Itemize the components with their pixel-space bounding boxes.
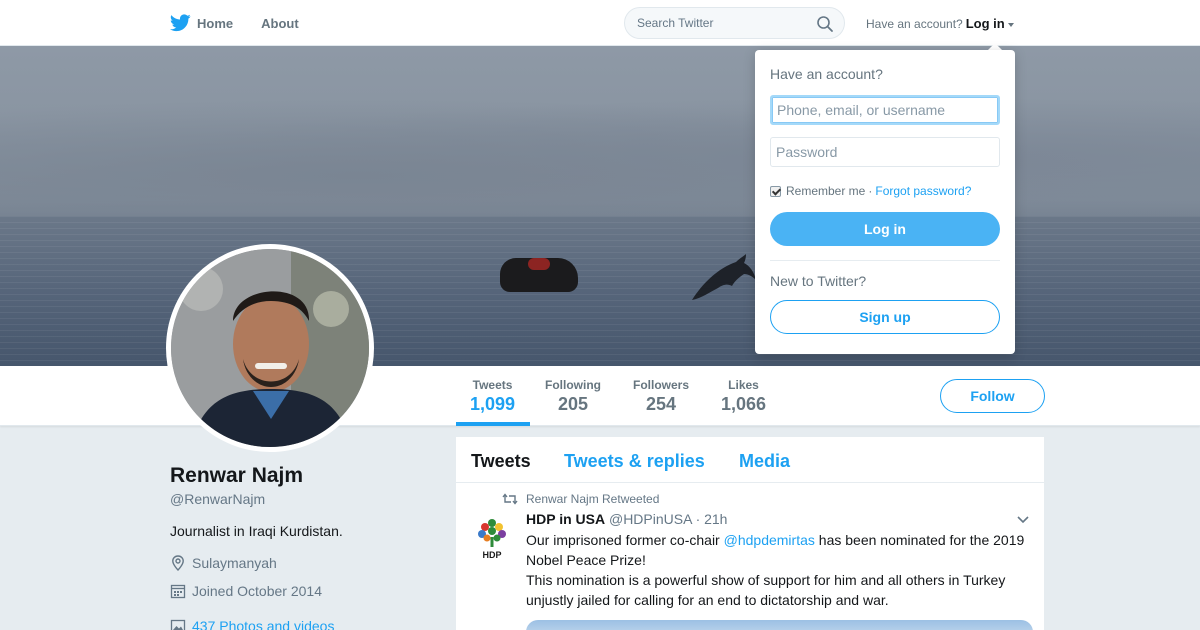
profile-joined: Joined October 2014 bbox=[170, 583, 322, 599]
caret-down-icon[interactable] bbox=[1007, 22, 1014, 27]
top-navigation-bar: Home About Search Twitter Have an accoun… bbox=[0, 0, 1200, 46]
profile-bio: Journalist in Iraqi Kurdistan. bbox=[170, 523, 343, 539]
forgot-password-link[interactable]: Forgot password? bbox=[875, 184, 971, 198]
password-field[interactable] bbox=[770, 137, 1000, 167]
search-icon[interactable] bbox=[816, 15, 834, 33]
tweet-text-start: Our imprisoned former co-chair bbox=[526, 532, 724, 548]
banner-boat-detail bbox=[528, 258, 550, 270]
avatar[interactable] bbox=[166, 244, 374, 452]
nav-home-link[interactable]: Home bbox=[197, 16, 233, 31]
stat-value: 1,066 bbox=[721, 394, 767, 414]
dropdown-title: Have an account? bbox=[770, 66, 883, 82]
login-button[interactable]: Log in bbox=[770, 212, 1000, 246]
timeline-tabs: Tweets Tweets & replies Media bbox=[456, 437, 1044, 483]
stat-value: 205 bbox=[557, 394, 589, 414]
profile-name: Renwar Najm bbox=[170, 464, 304, 487]
stat-label: Likes bbox=[728, 378, 759, 392]
remember-me-row: Remember me · Forgot password? bbox=[770, 184, 971, 198]
location-text: Sulaymanyah bbox=[192, 555, 277, 571]
photos-videos-link[interactable]: 437 Photos and videos bbox=[170, 618, 334, 630]
calendar-icon bbox=[170, 584, 186, 599]
tweet-author-name[interactable]: HDP in USA bbox=[526, 511, 605, 527]
profile-location: Sulaymanyah bbox=[170, 555, 277, 571]
stat-value: 254 bbox=[645, 394, 677, 414]
active-stat-underline bbox=[456, 422, 530, 426]
timeline: Tweets Tweets & replies Media Renwar Naj… bbox=[456, 437, 1044, 630]
avatar-photo bbox=[171, 249, 369, 447]
hdp-logo-avatar[interactable]: HDP bbox=[476, 517, 508, 561]
retweet-icon bbox=[502, 493, 518, 505]
retweet-context: Renwar Najm Retweeted bbox=[502, 492, 659, 506]
retweet-text[interactable]: Renwar Najm Retweeted bbox=[526, 492, 659, 506]
twitter-bird-icon[interactable] bbox=[170, 14, 191, 32]
stat-following[interactable]: Following 205 bbox=[545, 378, 601, 415]
remember-me-checkbox[interactable] bbox=[770, 185, 781, 197]
stat-label: Tweets bbox=[472, 378, 513, 392]
banner-dolphin bbox=[692, 254, 756, 300]
tweet-media-image[interactable] bbox=[526, 620, 1033, 630]
new-to-twitter-text: New to Twitter? bbox=[770, 273, 867, 289]
tweet-text: Our imprisoned former co-chair @hdpdemir… bbox=[526, 530, 1036, 610]
stat-tweets[interactable]: Tweets 1,099 bbox=[470, 378, 515, 415]
username-field[interactable] bbox=[770, 95, 1000, 125]
remember-me-label[interactable]: Remember me bbox=[786, 184, 865, 198]
signup-button[interactable]: Sign up bbox=[770, 300, 1000, 334]
joined-text: Joined October 2014 bbox=[192, 583, 322, 599]
tab-tweets[interactable]: Tweets bbox=[471, 451, 531, 472]
search-input[interactable]: Search Twitter bbox=[624, 7, 845, 39]
tweet-mention-link[interactable]: @hdpdemirtas bbox=[724, 532, 815, 548]
tweet-text-second: This nomination is a powerful show of su… bbox=[526, 572, 1006, 608]
tweet-timestamp[interactable]: · 21h bbox=[696, 511, 728, 527]
login-menu-link[interactable]: Log in bbox=[966, 16, 1005, 31]
login-dropdown: Have an account? Remember me · Forgot pa… bbox=[755, 50, 1015, 354]
location-pin-icon bbox=[172, 555, 184, 571]
chevron-down-icon[interactable] bbox=[1016, 515, 1030, 525]
banner-hills bbox=[0, 86, 1200, 236]
tweet-author-handle[interactable]: @HDPinUSA bbox=[609, 511, 692, 527]
photo-icon bbox=[170, 619, 186, 630]
tweet-header: HDP in USA @HDPinUSA · 21h bbox=[526, 511, 727, 527]
photos-videos-text[interactable]: 437 Photos and videos bbox=[192, 618, 334, 630]
search-placeholder: Search Twitter bbox=[637, 16, 714, 30]
profile-handle: @RenwarNajm bbox=[170, 491, 266, 507]
stat-likes[interactable]: Likes 1,066 bbox=[721, 378, 766, 415]
nav-left: Home About bbox=[170, 0, 327, 46]
account-menu[interactable]: Have an account? Log in bbox=[866, 16, 1014, 31]
nav-about-link[interactable]: About bbox=[261, 16, 299, 31]
stat-value: 1,099 bbox=[470, 394, 516, 414]
stat-label: Following bbox=[545, 378, 601, 392]
stat-label: Followers bbox=[633, 378, 690, 392]
tab-tweets-and-replies[interactable]: Tweets & replies bbox=[564, 451, 705, 472]
tab-media[interactable]: Media bbox=[739, 451, 790, 472]
hdp-logo-text: HDP bbox=[482, 550, 501, 560]
separator-dot: · bbox=[868, 184, 873, 198]
stat-followers[interactable]: Followers 254 bbox=[633, 378, 689, 415]
follow-button[interactable]: Follow bbox=[940, 379, 1045, 413]
account-prompt: Have an account? bbox=[866, 17, 963, 31]
dropdown-divider bbox=[770, 260, 1000, 261]
